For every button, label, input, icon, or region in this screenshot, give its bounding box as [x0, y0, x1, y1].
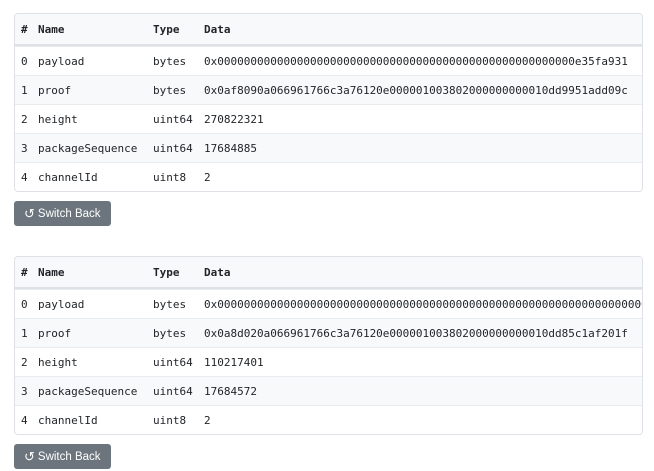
row-name: proof: [38, 83, 72, 97]
row-index: 4: [21, 170, 28, 184]
row-type: uint8: [153, 413, 187, 427]
row-index: 0: [21, 54, 28, 68]
row-type: uint64: [153, 355, 193, 369]
undo-icon: ↺: [24, 449, 35, 464]
table-row: 4 channelId uint8 2: [15, 405, 642, 434]
header-index: #: [21, 265, 28, 279]
row-data[interactable]: 2: [204, 414, 642, 427]
row-data[interactable]: 0x0a8d020a066961766c3a76120e000001003802…: [204, 327, 642, 340]
params-table: # Name Type Data 0 payload bytes 0x00000…: [14, 256, 643, 435]
row-index: 1: [21, 326, 28, 340]
params-block-1: # Name Type Data 0 payload bytes 0x00000…: [14, 13, 643, 226]
row-name: packageSequence: [38, 384, 138, 398]
undo-icon: ↺: [24, 206, 35, 221]
row-index: 3: [21, 384, 28, 398]
header-name: Name: [38, 22, 65, 36]
row-name: payload: [38, 297, 85, 311]
row-name: height: [38, 355, 78, 369]
table-row: 3 packageSequence uint64 17684885: [15, 133, 642, 162]
row-index: 2: [21, 355, 28, 369]
header-index: #: [21, 22, 28, 36]
row-name: channelId: [38, 413, 98, 427]
switch-back-label: Switch Back: [37, 207, 101, 220]
row-type: uint64: [153, 384, 193, 398]
table-row: 0 payload bytes 0x0000000000000000000000…: [15, 289, 642, 318]
params-block-2: # Name Type Data 0 payload bytes 0x00000…: [14, 256, 643, 469]
row-index: 0: [21, 297, 28, 311]
table-header-row: # Name Type Data: [15, 14, 642, 46]
table-row: 3 packageSequence uint64 17684572: [15, 376, 642, 405]
row-type: bytes: [153, 54, 187, 68]
row-name: channelId: [38, 170, 98, 184]
row-data[interactable]: 17684885: [204, 142, 642, 155]
row-name: payload: [38, 54, 85, 68]
header-name: Name: [38, 265, 65, 279]
row-index: 4: [21, 413, 28, 427]
row-type: bytes: [153, 297, 187, 311]
row-index: 2: [21, 112, 28, 126]
row-type: uint64: [153, 112, 193, 126]
header-type: Type: [153, 265, 180, 279]
row-data[interactable]: 110217401: [204, 356, 642, 369]
row-data[interactable]: 2: [204, 171, 642, 184]
header-type: Type: [153, 22, 180, 36]
header-data: Data: [204, 22, 231, 36]
table-row: 1 proof bytes 0x0af8090a066961766c3a7612…: [15, 75, 642, 104]
table-row: 0 payload bytes 0x0000000000000000000000…: [15, 46, 642, 75]
header-data: Data: [204, 265, 231, 279]
table-row: 4 channelId uint8 2: [15, 162, 642, 191]
row-type: bytes: [153, 326, 187, 340]
row-data[interactable]: 0x0af8090a066961766c3a76120e000001003802…: [204, 84, 642, 97]
switch-back-button[interactable]: ↺ Switch Back: [14, 444, 111, 469]
row-name: packageSequence: [38, 141, 138, 155]
table-row: 2 height uint64 110217401: [15, 347, 642, 376]
row-type: uint8: [153, 170, 187, 184]
table-header-row: # Name Type Data: [15, 257, 642, 289]
table-row: 1 proof bytes 0x0a8d020a066961766c3a7612…: [15, 318, 642, 347]
row-data[interactable]: 0x00000000000000000000000000000000000000…: [204, 298, 642, 311]
switch-back-button[interactable]: ↺ Switch Back: [14, 201, 111, 226]
row-index: 3: [21, 141, 28, 155]
table-row: 2 height uint64 270822321: [15, 104, 642, 133]
row-data[interactable]: 0x00000000000000000000000000000000000000…: [204, 55, 642, 68]
row-type: uint64: [153, 141, 193, 155]
row-data[interactable]: 17684572: [204, 385, 642, 398]
row-index: 1: [21, 83, 28, 97]
switch-back-label: Switch Back: [37, 450, 101, 463]
row-data[interactable]: 270822321: [204, 113, 642, 126]
row-type: bytes: [153, 83, 187, 97]
row-name: height: [38, 112, 78, 126]
params-table: # Name Type Data 0 payload bytes 0x00000…: [14, 13, 643, 192]
row-name: proof: [38, 326, 72, 340]
